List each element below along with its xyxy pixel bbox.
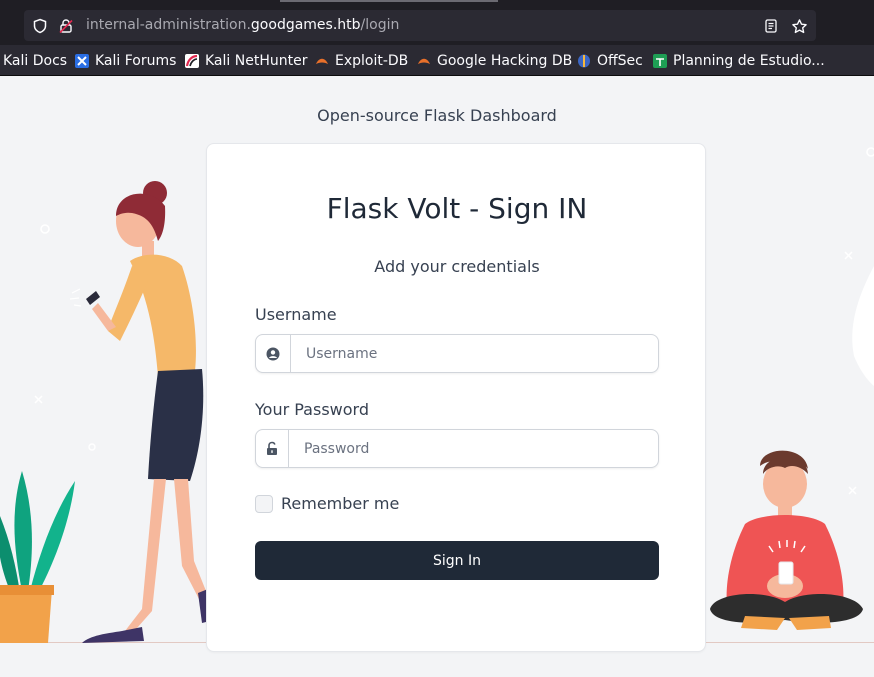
bookmarks-toolbar: Kali Docs Kali Forums Kali NetHunter Exp… xyxy=(0,45,874,76)
man-with-phone-illustration xyxy=(710,450,863,630)
bookmark-label: Kali Docs xyxy=(3,53,68,69)
login-card: Flask Volt - Sign IN Add your credential… xyxy=(206,143,706,652)
bookmark-label: Kali NetHunter xyxy=(205,53,308,69)
username-field[interactable] xyxy=(255,334,659,373)
bookmark-kali-nethunter[interactable]: Kali NetHunter xyxy=(185,52,307,70)
kali-forums-icon xyxy=(75,54,89,68)
password-input[interactable] xyxy=(289,430,658,467)
offsec-icon xyxy=(577,54,591,68)
edge-decoration xyxy=(852,266,874,386)
bookmark-kali-forums[interactable]: Kali Forums xyxy=(75,52,176,70)
browser-toolbar: internal-administration.goodgames.htb/lo… xyxy=(0,0,874,45)
username-label: Username xyxy=(255,305,337,324)
url-text[interactable]: internal-administration.goodgames.htb/lo… xyxy=(86,17,399,33)
login-subtitle: Add your credentials xyxy=(374,257,540,276)
bookmark-exploit-db[interactable]: Exploit-DB xyxy=(315,52,408,70)
password-field[interactable] xyxy=(255,429,659,468)
bookmark-planning-de-estudio[interactable]: Planning de Estudio... xyxy=(653,52,825,70)
sheets-icon xyxy=(653,54,667,68)
bookmark-label: OffSec xyxy=(597,53,643,69)
bookmark-label: Google Hacking DB xyxy=(437,53,573,69)
bookmark-label: Kali Forums xyxy=(95,53,177,69)
bookmark-kali-docs[interactable]: Kali Docs xyxy=(3,52,67,70)
remember-me-checkbox[interactable] xyxy=(255,494,273,513)
ghdb-icon xyxy=(417,54,431,68)
dashboard-tagline: Open-source Flask Dashboard xyxy=(317,106,557,125)
remember-me[interactable]: Remember me xyxy=(255,494,399,513)
kali-nethunter-icon xyxy=(185,54,199,68)
woman-with-phone-illustration xyxy=(70,181,210,643)
bookmark-label: Exploit-DB xyxy=(335,53,409,69)
reader-view-icon[interactable] xyxy=(762,17,780,35)
remember-me-label: Remember me xyxy=(281,494,400,513)
bookmark-offsec[interactable]: OffSec xyxy=(577,52,643,70)
username-input[interactable] xyxy=(291,335,658,372)
address-bar[interactable]: internal-administration.goodgames.htb/lo… xyxy=(24,10,816,41)
shield-icon[interactable] xyxy=(31,17,49,35)
exploit-db-icon xyxy=(315,54,329,68)
password-label: Your Password xyxy=(255,400,369,419)
bookmark-label: Planning de Estudio... xyxy=(673,53,825,69)
unlock-icon xyxy=(256,430,289,467)
plant-illustration xyxy=(0,471,75,643)
bookmark-google-hacking-db[interactable]: Google Hacking DB xyxy=(417,52,572,70)
active-tab-indicator xyxy=(280,0,498,2)
sign-in-button[interactable]: Sign In xyxy=(255,541,659,580)
insecure-lock-icon[interactable] xyxy=(57,17,75,35)
user-circle-icon xyxy=(256,335,291,372)
login-title: Flask Volt - Sign IN xyxy=(326,192,588,225)
bookmark-star-icon[interactable] xyxy=(790,17,808,35)
page-content: Open-source Flask Dashboard Flask Volt -… xyxy=(0,76,874,677)
